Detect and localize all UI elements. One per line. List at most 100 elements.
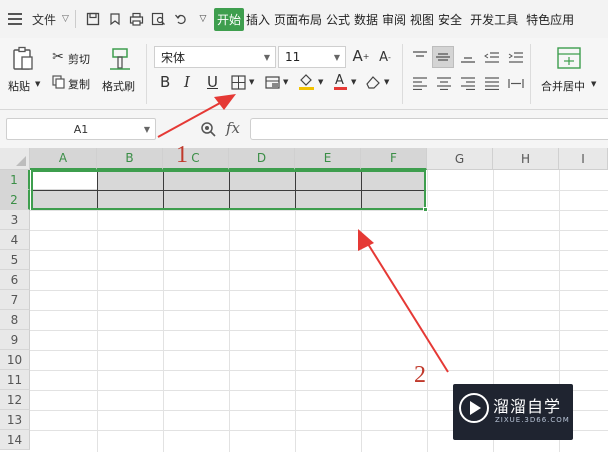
row-header-14[interactable]: 14 [0, 430, 30, 450]
font-size-select[interactable]: 11 ▼ [278, 46, 346, 68]
italic-button[interactable]: I [184, 73, 190, 91]
paste-icon[interactable] [10, 46, 36, 72]
row-header-3[interactable]: 3 [0, 210, 30, 230]
print-preview-icon[interactable] [148, 9, 170, 29]
cell-border [229, 172, 230, 208]
gridline [30, 330, 608, 331]
divider [146, 44, 147, 104]
cell-border [295, 172, 296, 208]
row-header-7[interactable]: 7 [0, 290, 30, 310]
format-painter-button[interactable]: 格式刷 [102, 78, 135, 94]
font-color-dropdown-icon[interactable]: ▼ [351, 78, 356, 86]
align-left-icon[interactable] [410, 74, 430, 92]
increase-indent-icon[interactable] [506, 48, 526, 66]
paste-button[interactable]: 粘贴 [8, 78, 30, 94]
cell-style-icon[interactable] [262, 72, 282, 92]
clear-format-dropdown-icon[interactable]: ▼ [384, 78, 389, 86]
select-all-corner[interactable] [0, 148, 30, 170]
decrease-font-icon[interactable]: A- [376, 48, 394, 66]
fill-handle[interactable] [423, 207, 428, 212]
name-box[interactable]: A1 ▼ [6, 118, 156, 140]
cut-button[interactable]: 剪切 [68, 51, 90, 67]
decrease-indent-icon[interactable] [482, 48, 502, 66]
gridline [30, 210, 608, 211]
column-header-g[interactable]: G [427, 148, 493, 170]
gridline [30, 370, 608, 371]
align-center-icon[interactable] [434, 74, 454, 92]
row-header-13[interactable]: 13 [0, 410, 30, 430]
paste-dropdown-icon[interactable]: ▼ [35, 80, 40, 88]
row-header-11[interactable]: 11 [0, 370, 30, 390]
save-icon[interactable] [82, 9, 104, 29]
tab-insert[interactable]: 插入 [244, 11, 272, 28]
column-header-c[interactable]: C [163, 148, 229, 170]
tab-data[interactable]: 数据 [352, 11, 380, 28]
row-header-5[interactable]: 5 [0, 250, 30, 270]
font-color-icon[interactable]: A [331, 70, 349, 92]
formula-input[interactable] [250, 118, 608, 140]
align-bottom-icon[interactable] [458, 48, 478, 66]
scissors-icon[interactable]: ✂ [50, 49, 66, 65]
fill-color-dropdown-icon[interactable]: ▼ [318, 78, 323, 86]
output-icon[interactable] [104, 9, 126, 29]
insert-function-button[interactable]: fx [226, 119, 240, 137]
name-box-value: A1 [73, 122, 89, 136]
customize-chevron-icon[interactable]: ▽ [192, 9, 214, 29]
copy-icon[interactable] [50, 74, 66, 90]
underline-button[interactable]: U [207, 73, 218, 91]
chevron-down-icon[interactable]: ▽ [62, 14, 69, 24]
merge-center-icon[interactable] [556, 46, 582, 70]
column-header-d[interactable]: D [229, 148, 295, 170]
row-header-10[interactable]: 10 [0, 350, 30, 370]
hamburger-icon[interactable] [8, 13, 30, 25]
column-header-a[interactable]: A [30, 148, 97, 170]
format-painter-icon[interactable] [108, 46, 132, 72]
cell-style-dropdown-icon[interactable]: ▼ [283, 78, 288, 86]
tab-home[interactable]: 开始 [213, 7, 244, 31]
row-header-9[interactable]: 9 [0, 330, 30, 350]
cell-border [97, 172, 98, 208]
row-header-8[interactable]: 8 [0, 310, 30, 330]
svg-text:A: A [335, 73, 344, 88]
fill-color-icon[interactable] [296, 70, 316, 92]
zoom-search-icon[interactable] [200, 121, 216, 137]
bold-button[interactable]: B [160, 73, 170, 91]
row-header-1[interactable]: 1 [0, 170, 30, 190]
clear-format-icon[interactable] [364, 72, 382, 92]
tab-formulas[interactable]: 公式 [324, 11, 352, 28]
font-name-select[interactable]: 宋体 ▼ [154, 46, 276, 68]
copy-button[interactable]: 复制 [68, 76, 90, 92]
row-header-2[interactable]: 2 [0, 190, 30, 210]
row-header-12[interactable]: 12 [0, 390, 30, 410]
distributed-align-icon[interactable] [506, 74, 526, 92]
border-dropdown-icon[interactable]: ▼ [249, 78, 254, 86]
align-right-icon[interactable] [458, 74, 478, 92]
row-header-4[interactable]: 4 [0, 230, 30, 250]
column-header-e[interactable]: E [295, 148, 361, 170]
column-header-b[interactable]: B [97, 148, 163, 170]
active-cell-a1[interactable] [33, 172, 97, 189]
tab-page-layout[interactable]: 页面布局 [272, 11, 324, 28]
justify-icon[interactable] [482, 74, 502, 92]
tab-developer[interactable]: 开发工具 [468, 11, 520, 28]
increase-font-icon[interactable]: A + [352, 47, 370, 65]
tab-review[interactable]: 审阅 [380, 11, 408, 28]
annotation-step-1: 1 [176, 142, 188, 168]
undo-icon[interactable] [170, 9, 192, 29]
column-header-i[interactable]: I [559, 148, 608, 170]
column-header-f[interactable]: F [361, 148, 427, 170]
tab-view[interactable]: 视图 [408, 11, 436, 28]
merge-dropdown-icon[interactable]: ▼ [591, 80, 596, 88]
border-icon[interactable] [228, 72, 248, 92]
align-middle-icon[interactable] [432, 46, 454, 68]
row-header-6[interactable]: 6 [0, 270, 30, 290]
file-menu[interactable]: 文件 [32, 11, 56, 28]
merge-center-button[interactable]: 合并居中 [541, 78, 585, 94]
watermark-subtitle: ZIXUE.3D66.COM [495, 416, 570, 424]
column-header-h[interactable]: H [493, 148, 559, 170]
tab-security[interactable]: 安全 [436, 11, 464, 28]
print-icon[interactable] [126, 9, 148, 29]
divider [402, 44, 403, 104]
tab-special-apps[interactable]: 特色应用 [524, 11, 576, 28]
align-top-icon[interactable] [410, 48, 430, 66]
